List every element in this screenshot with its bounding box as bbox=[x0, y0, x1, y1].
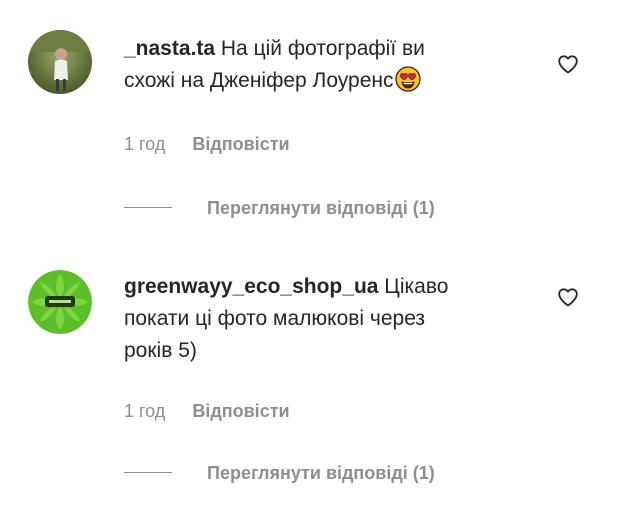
green-logo-avatar-icon bbox=[28, 270, 92, 334]
comment-body-line1: Цікаво bbox=[384, 275, 449, 298]
comment-item: greenwayy_eco_shop_ua Цікаво покати ці ф… bbox=[0, 256, 620, 513]
comment-meta: 1 год Відповісти bbox=[124, 401, 290, 422]
comment-body-line2: схожі на Дженіфер Лоуренс bbox=[124, 69, 394, 92]
reply-button[interactable]: Відповісти bbox=[192, 134, 289, 154]
comment-text: _nasta.ta На цій фотографії ви схожі на … bbox=[124, 33, 524, 97]
comment-time: 1 год bbox=[124, 401, 166, 421]
comment-username[interactable]: _nasta.ta bbox=[124, 37, 215, 60]
reply-button[interactable]: Відповісти bbox=[192, 401, 289, 421]
view-replies[interactable]: Переглянути відповіді (1) bbox=[124, 198, 435, 219]
comment-item: _nasta.ta На цій фотографії ви схожі на … bbox=[0, 0, 620, 256]
comment-body-line1: На цій фотографії ви bbox=[220, 37, 425, 60]
comment-body-line2: покати ці фото малюкові через bbox=[124, 307, 426, 330]
comment-body-line3: років 5) bbox=[124, 339, 197, 362]
comment-meta: 1 год Відповісти bbox=[124, 134, 290, 155]
view-replies-button[interactable]: Переглянути відповіді (1) bbox=[207, 463, 435, 483]
comment-text: greenwayy_eco_shop_ua Цікаво покати ці ф… bbox=[124, 271, 524, 367]
view-replies-button[interactable]: Переглянути відповіді (1) bbox=[207, 198, 435, 218]
user-photo-avatar-icon bbox=[28, 30, 92, 94]
divider-line bbox=[124, 471, 172, 473]
avatar[interactable] bbox=[28, 270, 92, 334]
comment-time: 1 год bbox=[124, 134, 166, 154]
view-replies[interactable]: Переглянути відповіді (1) bbox=[124, 463, 435, 484]
heart-eyes-emoji-icon bbox=[394, 66, 421, 92]
comment-username[interactable]: greenwayy_eco_shop_ua bbox=[124, 275, 378, 298]
avatar[interactable] bbox=[28, 30, 92, 94]
like-heart-icon[interactable] bbox=[556, 52, 580, 76]
like-heart-icon[interactable] bbox=[556, 285, 580, 309]
divider-line bbox=[124, 206, 172, 208]
